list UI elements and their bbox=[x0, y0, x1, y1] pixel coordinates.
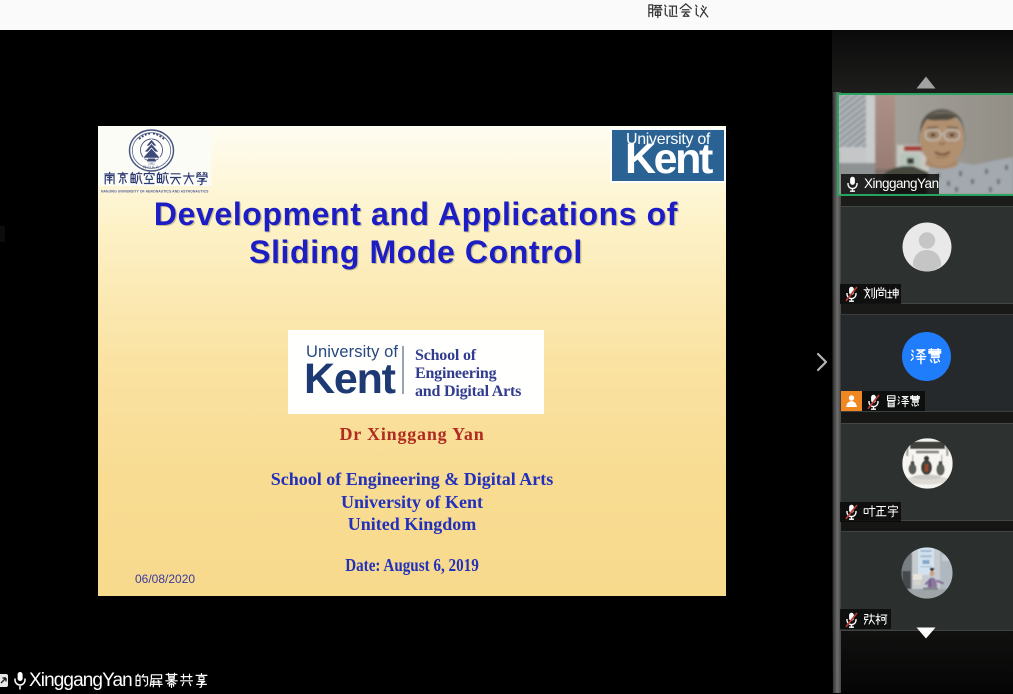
svg-text:NUAA: NUAA bbox=[143, 164, 160, 169]
